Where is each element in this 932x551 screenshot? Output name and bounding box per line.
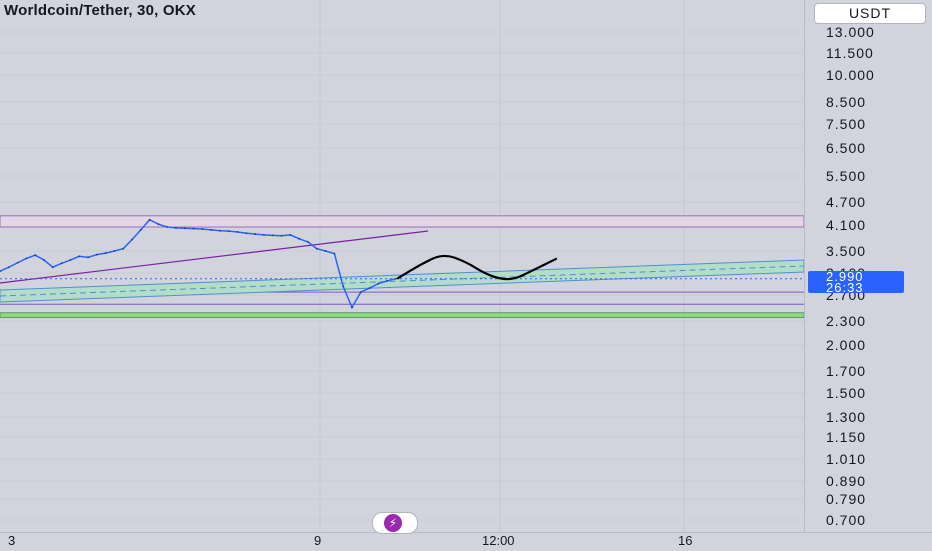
price-point-38 bbox=[333, 252, 336, 255]
x-tick-label-2: 12:00 bbox=[482, 533, 515, 548]
currency-button[interactable]: USDT bbox=[814, 3, 926, 24]
price-point-3 bbox=[25, 257, 28, 260]
price-point-26 bbox=[227, 230, 230, 233]
price-point-36 bbox=[315, 247, 318, 250]
channel-midline bbox=[0, 265, 804, 297]
price-point-35 bbox=[307, 240, 309, 243]
price-point-45 bbox=[395, 277, 397, 280]
y-tick-label-4: 7.500 bbox=[826, 116, 867, 132]
y-tick-label-1: 11.500 bbox=[826, 45, 874, 61]
price-point-18 bbox=[157, 223, 160, 226]
price-point-12 bbox=[104, 252, 107, 254]
x-tick-label-1: 9 bbox=[314, 533, 322, 548]
price-point-39 bbox=[342, 285, 345, 288]
y-tick-label-3: 8.500 bbox=[826, 94, 867, 110]
price-chart[interactable] bbox=[0, 0, 804, 532]
price-point-8 bbox=[69, 259, 72, 261]
price-point-20 bbox=[175, 226, 177, 229]
y-tick-label-20: 0.790 bbox=[826, 491, 867, 507]
x-tick-label-3: 16 bbox=[678, 533, 693, 548]
price-point-10 bbox=[87, 256, 89, 259]
y-tick-label-16: 1.300 bbox=[826, 409, 867, 425]
price-point-13 bbox=[113, 250, 116, 252]
price-point-6 bbox=[51, 266, 54, 269]
price-point-31 bbox=[271, 234, 274, 237]
y-tick-label-19: 0.890 bbox=[826, 473, 867, 489]
y-tick-label-12: 2.300 bbox=[826, 313, 867, 329]
price-point-33 bbox=[289, 234, 292, 236]
y-tick-label-0: 13.000 bbox=[826, 24, 875, 40]
y-tick-label-13: 2.000 bbox=[826, 337, 867, 353]
price-point-41 bbox=[359, 291, 362, 293]
x-tick-label-0: 3 bbox=[8, 533, 16, 548]
price-point-5 bbox=[43, 259, 45, 261]
price-point-28 bbox=[245, 232, 248, 235]
price-point-23 bbox=[201, 228, 204, 230]
brand-logo[interactable]: ⚡ bbox=[372, 512, 418, 534]
price-point-1 bbox=[7, 266, 10, 269]
y-tick-label-17: 1.150 bbox=[826, 429, 867, 445]
price-point-29 bbox=[254, 233, 257, 235]
resistance-zone bbox=[0, 215, 804, 228]
y-tick-label-9: 3.500 bbox=[826, 243, 867, 259]
price-point-34 bbox=[298, 237, 301, 240]
y-tick-label-15: 1.500 bbox=[826, 385, 867, 401]
y-tick-label-14: 1.700 bbox=[826, 363, 867, 379]
price-point-22 bbox=[192, 227, 195, 230]
y-tick-label-7: 4.700 bbox=[826, 194, 867, 210]
price-point-19 bbox=[166, 226, 169, 228]
y-tick-label-2: 10.000 bbox=[826, 67, 875, 83]
y-tick-label-18: 1.010 bbox=[826, 451, 867, 467]
y-tick-label-21: 0.700 bbox=[826, 512, 867, 528]
price-point-27 bbox=[236, 231, 239, 233]
price-point-4 bbox=[34, 254, 37, 257]
price-point-2 bbox=[16, 261, 19, 264]
price-point-44 bbox=[386, 279, 389, 282]
purple-trendline bbox=[0, 230, 429, 284]
symbol-title: Worldcoin/Tether, 30, OKX bbox=[4, 2, 196, 19]
price-point-9 bbox=[78, 255, 81, 258]
price-point-21 bbox=[183, 227, 186, 230]
time-axis[interactable] bbox=[0, 532, 932, 551]
price-point-30 bbox=[263, 234, 265, 236]
chart-area[interactable] bbox=[0, 0, 804, 532]
price-point-43 bbox=[377, 282, 380, 285]
price-point-16 bbox=[139, 228, 142, 231]
price-point-11 bbox=[95, 253, 98, 256]
last-price-label: 2.990 26:33 bbox=[808, 270, 904, 295]
price-point-40 bbox=[351, 306, 353, 309]
support-zone bbox=[0, 312, 804, 319]
price-point-24 bbox=[210, 228, 213, 231]
price-point-42 bbox=[368, 287, 371, 289]
lightning-icon: ⚡ bbox=[384, 514, 402, 532]
price-point-14 bbox=[122, 247, 125, 250]
price-point-37 bbox=[324, 250, 327, 252]
y-tick-label-8: 4.100 bbox=[826, 217, 867, 233]
price-point-15 bbox=[131, 238, 133, 241]
bar-countdown: 26:33 bbox=[826, 280, 864, 295]
y-tick-label-6: 5.500 bbox=[826, 168, 867, 184]
price-point-32 bbox=[280, 234, 283, 237]
price-point-7 bbox=[60, 262, 63, 265]
y-tick-label-5: 6.500 bbox=[826, 140, 867, 156]
price-point-25 bbox=[219, 229, 221, 232]
price-point-17 bbox=[148, 218, 151, 221]
